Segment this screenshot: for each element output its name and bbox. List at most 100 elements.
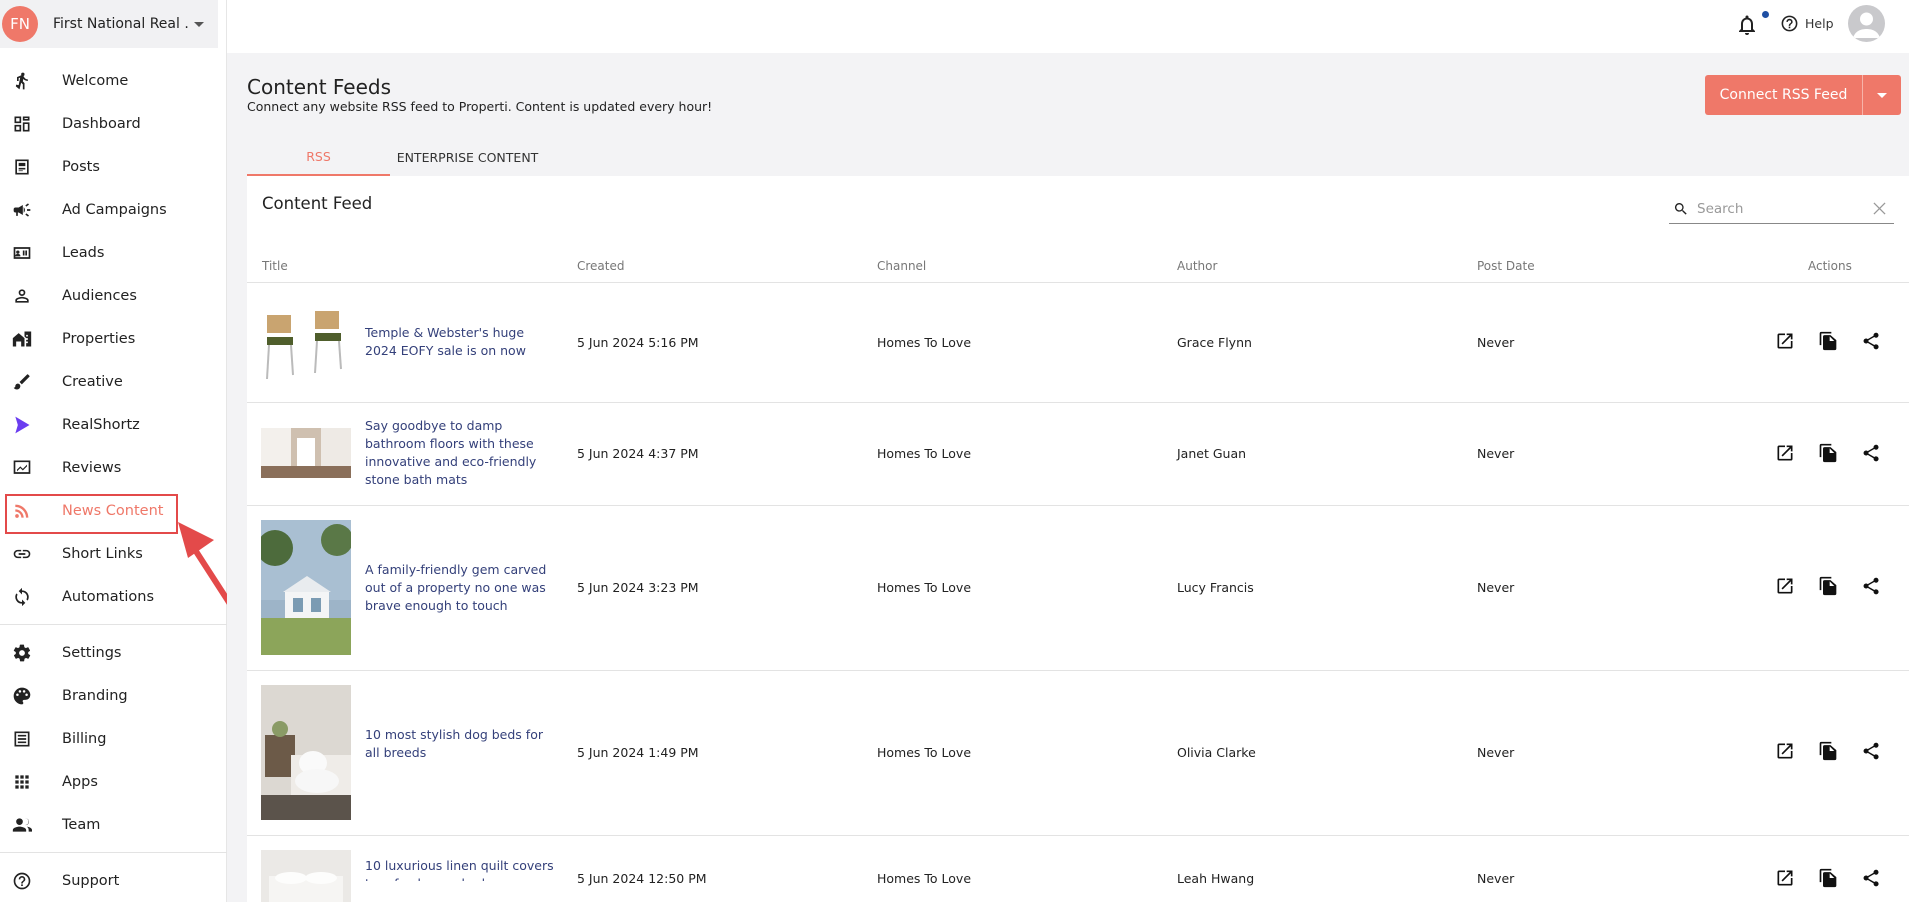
share-icon	[1863, 869, 1879, 887]
gear-icon	[11, 642, 33, 664]
notification-bell-icon[interactable]	[1735, 13, 1759, 37]
connect-rss-feed-label[interactable]: Connect RSS Feed	[1705, 75, 1862, 115]
feed-item-title-link[interactable]: 10 most stylish dog beds for all breeds	[365, 726, 555, 762]
share-button[interactable]	[1861, 443, 1885, 467]
share-icon	[1863, 444, 1879, 462]
open-external-button[interactable]	[1775, 868, 1799, 892]
sidebar-item-welcome[interactable]: Welcome	[0, 59, 227, 102]
help-label: Help	[1805, 16, 1834, 31]
sidebar-item-leads[interactable]: Leads	[0, 231, 227, 274]
feed-item-title-link[interactable]: 10 luxurious linen quilt covers to refre…	[365, 857, 555, 881]
close-icon[interactable]	[1873, 202, 1886, 215]
reviews-icon	[11, 457, 33, 479]
open-external-button[interactable]	[1775, 443, 1799, 467]
sidebar-item-properties[interactable]: Properties	[0, 317, 227, 360]
author-cell: Grace Flynn	[1177, 335, 1252, 350]
search-box	[1669, 194, 1894, 224]
created-cell: 5 Jun 2024 12:50 PM	[577, 871, 707, 886]
share-button[interactable]	[1861, 868, 1885, 892]
open-in-new-icon	[1777, 870, 1793, 886]
tab-enterprise-content[interactable]: ENTERPRISE CONTENT	[390, 139, 545, 176]
sidebar-item-branding[interactable]: Branding	[0, 674, 227, 717]
document-copy-icon	[1819, 741, 1837, 761]
feed-item-title-link[interactable]: Temple & Webster's huge 2024 EOFY sale i…	[365, 324, 555, 360]
share-button[interactable]	[1861, 331, 1885, 355]
open-in-new-icon	[1777, 333, 1793, 349]
help-button[interactable]: Help	[1780, 14, 1834, 33]
copy-button[interactable]	[1818, 443, 1842, 467]
author-cell: Leah Hwang	[1177, 871, 1255, 886]
sidebar-item-apps[interactable]: Apps	[0, 760, 227, 803]
table-row[interactable]: A family-friendly gem carved out of a pr…	[247, 506, 1909, 671]
share-button[interactable]	[1861, 576, 1885, 600]
table-row[interactable]: 10 most stylish dog beds for all breeds …	[247, 671, 1909, 836]
created-cell: 5 Jun 2024 4:37 PM	[577, 446, 699, 461]
help-circle-icon	[11, 870, 33, 892]
sidebar-item-label: Billing	[62, 730, 107, 747]
share-button[interactable]	[1861, 741, 1885, 765]
channel-cell: Homes To Love	[877, 745, 972, 760]
thumbnail-bathroom	[261, 428, 351, 478]
sidebar-item-label: Reviews	[62, 459, 122, 476]
sidebar-item-reviews[interactable]: Reviews	[0, 446, 227, 489]
org-switcher[interactable]: FN First National Real ...	[0, 0, 218, 48]
sidebar: FN First National Real ... Welcome Dashb…	[0, 0, 227, 902]
document-copy-icon	[1819, 443, 1837, 463]
connect-rss-feed-button[interactable]: Connect RSS Feed	[1705, 75, 1901, 115]
created-cell: 5 Jun 2024 5:16 PM	[577, 335, 699, 350]
table-header: Title Created Channel Author Post Date A…	[247, 248, 1909, 283]
post-date-cell: Never	[1477, 335, 1515, 350]
sidebar-item-ad-campaigns[interactable]: Ad Campaigns	[0, 188, 227, 231]
open-in-new-icon	[1777, 743, 1793, 759]
sidebar-item-label: Automations	[62, 588, 155, 605]
open-external-button[interactable]	[1775, 576, 1799, 600]
share-icon	[1863, 742, 1879, 760]
contact-card-icon	[11, 242, 33, 264]
copy-button[interactable]	[1818, 331, 1842, 355]
table-row[interactable]: Temple & Webster's huge 2024 EOFY sale i…	[247, 283, 1909, 403]
sidebar-item-team[interactable]: Team	[0, 803, 227, 846]
apps-grid-icon	[11, 771, 33, 793]
thumbnail-chairs	[261, 307, 351, 381]
post-date-cell: Never	[1477, 580, 1515, 595]
connect-dropdown-button[interactable]	[1863, 75, 1901, 115]
sidebar-item-audiences[interactable]: Audiences	[0, 274, 227, 317]
sidebar-item-realshortz[interactable]: RealShortz	[0, 403, 227, 446]
post-date-cell: Never	[1477, 745, 1515, 760]
content-feed-card: Content Feed Title Created Channel Autho…	[247, 176, 1909, 902]
sidebar-item-posts[interactable]: Posts	[0, 145, 227, 188]
main-nav: Welcome Dashboard Posts Ad Campaigns Lea…	[0, 59, 227, 902]
feed-item-title-link[interactable]: A family-friendly gem carved out of a pr…	[365, 561, 555, 615]
copy-button[interactable]	[1818, 741, 1842, 765]
document-copy-icon	[1819, 576, 1837, 596]
sidebar-item-billing[interactable]: Billing	[0, 717, 227, 760]
thumbnail-house	[261, 520, 351, 655]
sidebar-item-creative[interactable]: Creative	[0, 360, 227, 403]
feed-item-title-link[interactable]: Say goodbye to damp bathroom floors with…	[365, 417, 555, 489]
sidebar-item-support[interactable]: Support	[0, 859, 227, 902]
open-external-button[interactable]	[1775, 331, 1799, 355]
open-external-button[interactable]	[1775, 741, 1799, 765]
sidebar-item-label: Welcome	[62, 72, 129, 89]
dashboard-icon	[11, 113, 33, 135]
search-input[interactable]	[1697, 200, 1867, 217]
copy-button[interactable]	[1818, 576, 1842, 600]
column-header-created: Created	[577, 259, 625, 273]
channel-cell: Homes To Love	[877, 446, 972, 461]
channel-cell: Homes To Love	[877, 580, 972, 595]
copy-button[interactable]	[1818, 868, 1842, 892]
org-avatar: FN	[2, 6, 38, 42]
sidebar-item-dashboard[interactable]: Dashboard	[0, 102, 227, 145]
column-header-channel: Channel	[877, 259, 927, 273]
thumbnail-linen	[261, 850, 351, 902]
sidebar-item-label: Audiences	[62, 287, 137, 304]
author-cell: Lucy Francis	[1177, 580, 1254, 595]
avatar[interactable]	[1848, 5, 1885, 42]
caret-down-icon	[194, 21, 204, 27]
table-row[interactable]: Say goodbye to damp bathroom floors with…	[247, 403, 1909, 506]
user-icon	[1853, 12, 1880, 38]
tab-rss[interactable]: RSS	[247, 139, 390, 176]
sidebar-item-label: Dashboard	[62, 115, 141, 132]
sidebar-item-label: Branding	[62, 687, 128, 704]
table-row[interactable]: 10 luxurious linen quilt covers to refre…	[247, 836, 1909, 902]
